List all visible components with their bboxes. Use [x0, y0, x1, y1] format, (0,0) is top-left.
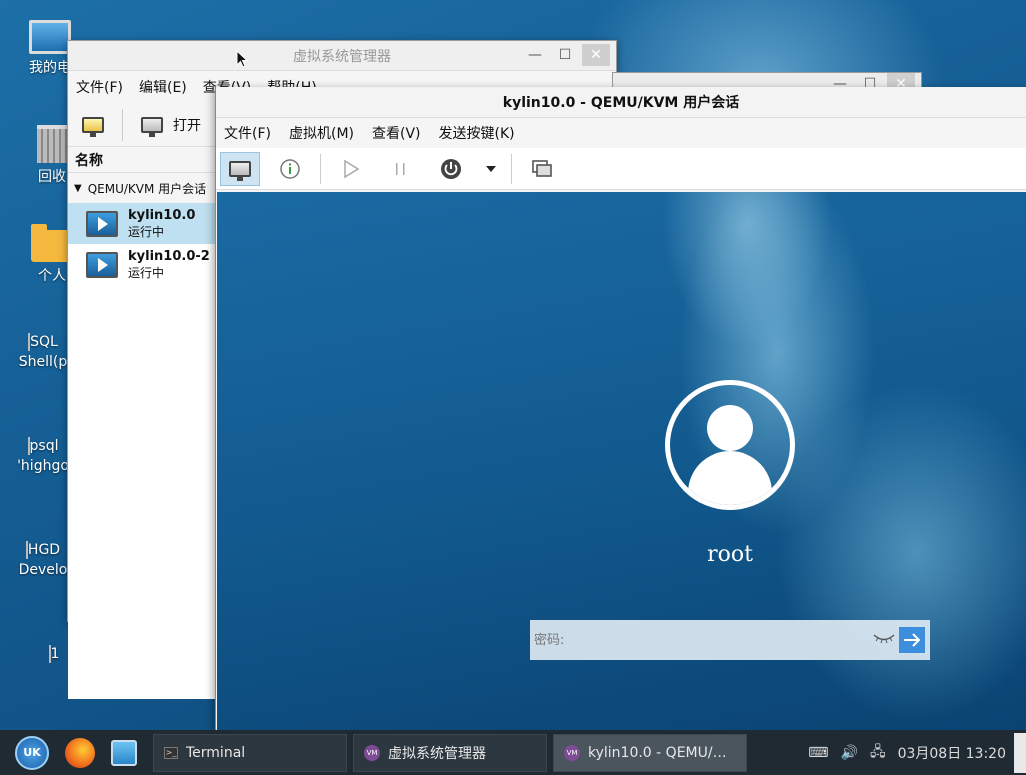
menu-edit[interactable]: 编辑(E) — [139, 77, 187, 97]
expand-arrow-icon[interactable]: ▼ — [74, 183, 82, 194]
window-title: kylin10.0 - QEMU/KVM 用户会话 — [502, 95, 740, 111]
vm-state: 运行中 — [128, 265, 165, 280]
login-submit-button[interactable] — [899, 627, 925, 653]
system-tray: ⌨ 🔊 🖧 03月08日 13:20 — [808, 741, 1014, 765]
keyboard-icon[interactable]: ⌨ — [808, 745, 828, 761]
pause-button[interactable] — [381, 152, 421, 186]
toolbar-separator — [320, 153, 321, 184]
show-password-eye-icon[interactable] — [869, 632, 899, 648]
run-button[interactable] — [331, 152, 371, 186]
fullscreen-icon — [532, 159, 552, 177]
pause-icon — [396, 162, 405, 175]
open-button-label: 打开 — [173, 117, 201, 134]
trash-icon — [37, 125, 67, 163]
console-titlebar[interactable]: kylin10.0 - QEMU/KVM 用户会话 — [216, 87, 1026, 118]
open-button[interactable]: 打开 — [137, 107, 205, 143]
firefox-icon[interactable] — [65, 737, 95, 768]
desktop-icon-label: 个人 — [38, 268, 66, 284]
desktop-icon-label: 1 — [50, 646, 60, 662]
monitor-icon — [229, 160, 251, 181]
power-icon — [441, 158, 461, 179]
fullscreen-button[interactable] — [522, 152, 562, 186]
start-menu-button[interactable]: UK — [15, 735, 49, 770]
taskbar-item-console[interactable]: VM kylin10.0 - QEMU/… — [553, 733, 747, 772]
connection-label: QEMU/KVM 用户会话 — [87, 181, 207, 196]
toolbar-separator — [122, 108, 123, 141]
vm-running-icon — [86, 251, 118, 278]
computer-icon — [29, 20, 71, 54]
caret-down-icon — [486, 165, 496, 172]
show-desktop-button[interactable] — [1014, 732, 1026, 773]
desktop-icon-label: SQL Shell(p — [18, 334, 68, 370]
guest-display[interactable]: root — [217, 192, 1026, 730]
password-box — [530, 620, 930, 660]
vm-name: kylin10.0 — [128, 207, 196, 223]
vm-state: 运行中 — [128, 224, 165, 239]
menu-view[interactable]: 查看(V) — [372, 123, 421, 143]
toolbar-separator — [511, 153, 512, 184]
close-button[interactable]: ✕ — [582, 44, 610, 66]
taskbar: UK >_ Terminal VM 虚拟系统管理器 VM kylin10.0 -… — [0, 730, 1026, 775]
document-icon — [48, 645, 51, 663]
shutdown-button[interactable] — [431, 152, 471, 186]
menu-vm[interactable]: 虚拟机(M) — [289, 123, 354, 143]
play-icon — [344, 159, 360, 178]
terminal-icon: >_ — [164, 746, 178, 759]
show-details-button[interactable] — [270, 152, 310, 186]
taskbar-item-vm-manager[interactable]: VM 虚拟系统管理器 — [353, 733, 547, 772]
desktop-icon-label: psql 'highgo — [17, 438, 69, 474]
avatar-head — [707, 405, 753, 451]
menu-file[interactable]: 文件(F) — [76, 77, 123, 97]
taskbar-item-label: 虚拟系统管理器 — [388, 745, 486, 762]
monitor-icon — [141, 116, 163, 137]
desktop-icon-label: 回收 — [38, 169, 66, 185]
desktop-icon-label: 我的电 — [29, 60, 71, 76]
login-username: root — [707, 542, 753, 567]
minimize-button[interactable]: — — [522, 44, 548, 66]
maximize-button[interactable]: ☐ — [552, 44, 578, 66]
arrow-right-icon — [904, 633, 921, 647]
password-input[interactable] — [530, 620, 869, 660]
virt-manager-icon: VM — [364, 744, 380, 761]
user-avatar-icon — [665, 380, 795, 510]
menu-file[interactable]: 文件(F) — [224, 123, 271, 143]
info-icon — [280, 158, 300, 179]
shutdown-menu-dropdown[interactable] — [481, 152, 501, 186]
volume-icon[interactable]: 🔊 — [841, 745, 858, 761]
document-icon — [28, 333, 31, 351]
taskbar-item-label: kylin10.0 - QEMU/… — [588, 744, 727, 761]
vm-running-icon — [86, 210, 118, 237]
file-manager-icon[interactable] — [111, 739, 137, 766]
vm-manager-titlebar[interactable]: 虚拟系统管理器 — ☐ ✕ — [68, 41, 616, 71]
vm-console-window: kylin10.0 - QEMU/KVM 用户会话 文件(F) 虚拟机(M) 查… — [215, 87, 1026, 730]
taskbar-item-label: Terminal — [186, 744, 246, 761]
mouse-cursor-icon — [236, 50, 248, 68]
new-vm-button[interactable] — [78, 107, 108, 143]
console-menubar: 文件(F) 虚拟机(M) 查看(V) 发送按键(K) — [216, 118, 1026, 148]
document-icon — [25, 541, 28, 559]
window-title: 虚拟系统管理器 — [293, 48, 391, 65]
virt-manager-icon: VM — [564, 744, 580, 761]
network-icon[interactable]: 🖧 — [870, 741, 886, 765]
clock[interactable]: 03月08日 13:20 — [898, 743, 1006, 763]
new-vm-icon — [82, 116, 104, 137]
vm-name: kylin10.0-2 — [128, 248, 210, 264]
menu-send-key[interactable]: 发送按键(K) — [439, 123, 515, 143]
taskbar-item-terminal[interactable]: >_ Terminal — [153, 733, 347, 772]
console-toolbar — [216, 148, 1026, 190]
show-console-button[interactable] — [220, 151, 260, 186]
avatar-body — [688, 451, 772, 505]
document-icon — [27, 437, 30, 455]
